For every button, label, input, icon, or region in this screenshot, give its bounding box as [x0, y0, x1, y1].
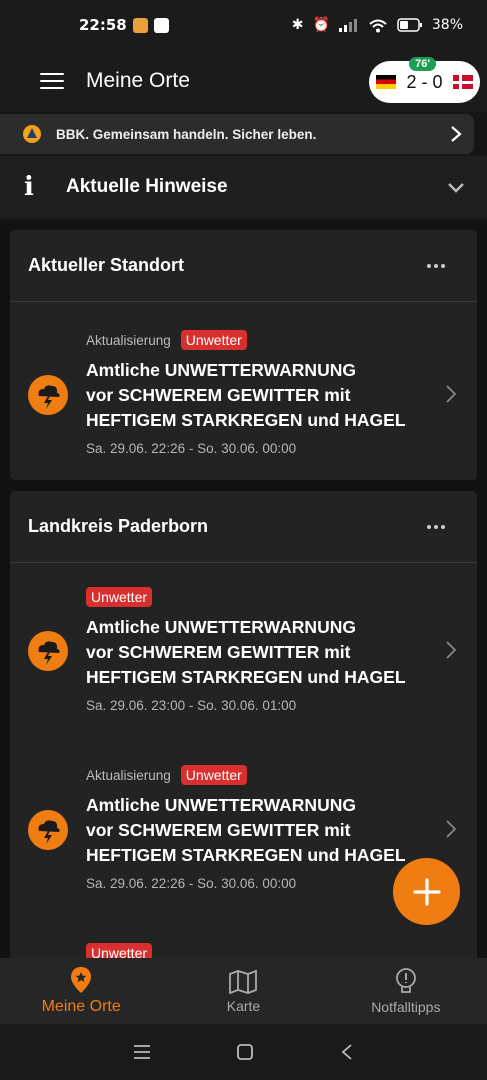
warning-title-line: HEFTIGEM STARKREGEN und HAGEL	[86, 410, 406, 430]
location-pin-icon	[71, 967, 92, 993]
denmark-flag-icon	[452, 75, 473, 89]
back-icon[interactable]	[340, 1043, 354, 1061]
nav-label: Notfalltipps	[371, 999, 441, 1015]
warning-title-line: vor SCHWEREM GEWITTER mit	[86, 385, 351, 405]
thunderstorm-icon	[28, 810, 68, 850]
menu-icon[interactable]	[40, 73, 64, 89]
severity-badge: Unwetter	[180, 330, 247, 350]
bbk-banner[interactable]: BBK. Gemeinsam handeln. Sicher leben.	[0, 114, 474, 154]
chevron-right-icon	[446, 385, 457, 403]
banner-text: BBK. Gemeinsam handeln. Sicher leben.	[56, 126, 317, 142]
card-title: Landkreis Paderborn	[28, 516, 209, 536]
severity-badge: Unwetter	[86, 943, 153, 958]
warning-time: Sa. 29.06. 22:26 - So. 30.06. 00:00	[86, 441, 297, 456]
map-icon	[229, 969, 258, 994]
warning-time: Sa. 29.06. 23:00 - So. 30.06. 01:00	[86, 698, 297, 713]
warning-title-line: vor SCHWEREM GEWITTER mit	[86, 642, 351, 662]
match-minute-badge: 76'	[409, 57, 436, 71]
warning-tags: Unwetter	[86, 587, 477, 607]
update-label: Aktualisierung	[86, 767, 171, 783]
live-score-widget[interactable]: 76' 2 - 0	[369, 57, 480, 103]
warning-title-line: vor SCHWEREM GEWITTER mit	[86, 820, 351, 840]
signal-icon	[338, 19, 357, 32]
chevron-down-icon[interactable]	[447, 182, 465, 194]
nav-label: Meine Orte	[41, 998, 121, 1015]
lightbulb-icon	[395, 968, 416, 993]
warning-title: Amtliche UNWETTERWARNUNG vor SCHWEREM GE…	[86, 358, 477, 433]
recent-apps-icon[interactable]	[133, 1044, 151, 1060]
warning-title-line: Amtliche UNWETTERWARNUNG	[86, 795, 356, 815]
germany-flag-icon	[376, 75, 397, 89]
warning-tags: Unwetter	[86, 943, 477, 958]
add-place-button[interactable]	[393, 858, 460, 925]
warning-title-line: Amtliche UNWETTERWARNUNG	[86, 617, 356, 637]
place-card-current-location: Aktueller Standort Aktualisierung Unwett…	[10, 230, 477, 480]
alarm-icon: ⏰	[312, 17, 330, 33]
warning-item[interactable]: Unwetter	[10, 943, 477, 958]
home-icon[interactable]	[236, 1043, 254, 1061]
system-navigation-bar	[0, 1024, 487, 1080]
card-title: Aktueller Standort	[28, 255, 185, 275]
wifi-icon	[369, 19, 387, 32]
warning-tags: Aktualisierung Unwetter	[86, 330, 477, 350]
chevron-right-icon	[451, 126, 462, 142]
thunderstorm-icon	[28, 631, 68, 671]
nav-item-meine-orte[interactable]: Meine Orte	[0, 958, 162, 1024]
plus-icon	[412, 877, 441, 906]
bbk-logo-icon	[23, 125, 41, 143]
battery-percent: 38%	[431, 17, 463, 33]
thunderstorm-icon	[28, 375, 68, 415]
status-bar: 22:58 ✱ ⏰ 38%	[0, 0, 487, 50]
app-bar: Meine Orte 76' 2 - 0	[0, 50, 487, 112]
card-header: Landkreis Paderborn	[10, 491, 477, 563]
status-time: 22:58	[79, 16, 127, 34]
chevron-right-icon	[446, 820, 457, 838]
card-header: Aktueller Standort	[10, 230, 477, 302]
more-options-icon[interactable]	[427, 524, 445, 529]
warning-title: Amtliche UNWETTERWARNUNG vor SCHWEREM GE…	[86, 793, 477, 868]
update-label: Aktualisierung	[86, 332, 171, 348]
bluetooth-icon: ✱	[291, 17, 304, 33]
status-right: ✱ ⏰ 38%	[292, 17, 463, 33]
hints-label: Aktuelle Hinweise	[66, 176, 228, 197]
severity-badge: Unwetter	[180, 765, 247, 785]
nav-label: Karte	[226, 998, 261, 1014]
page-title: Meine Orte	[86, 69, 190, 92]
chevron-right-icon	[446, 641, 457, 659]
severity-badge: Unwetter	[86, 587, 153, 607]
current-hints-row[interactable]: i Aktuelle Hinweise	[0, 156, 487, 218]
warning-title-line: Amtliche UNWETTERWARNUNG	[86, 360, 356, 380]
nav-item-karte[interactable]: Karte	[162, 958, 324, 1024]
warning-title-line: HEFTIGEM STARKREGEN und HAGEL	[86, 667, 406, 687]
nav-item-notfalltipps[interactable]: Notfalltipps	[325, 958, 487, 1024]
warning-item[interactable]: Unwetter Amtliche UNWETTERWARNUNG vor SC…	[10, 587, 477, 713]
warning-title: Amtliche UNWETTERWARNUNG vor SCHWEREM GE…	[86, 615, 477, 690]
notification-app-icon	[132, 17, 148, 33]
score-text: 2 - 0	[406, 71, 443, 92]
more-options-icon[interactable]	[427, 263, 445, 268]
info-icon: i	[24, 172, 34, 202]
bottom-navigation: Meine Orte Karte Notfalltipps	[0, 958, 487, 1024]
google-icon	[153, 17, 169, 33]
battery-icon	[397, 18, 422, 32]
places-list[interactable]: Aktueller Standort Aktualisierung Unwett…	[0, 220, 487, 958]
warning-item[interactable]: Aktualisierung Unwetter Amtliche UNWETTE…	[10, 330, 477, 456]
warning-tags: Aktualisierung Unwetter	[86, 765, 477, 785]
